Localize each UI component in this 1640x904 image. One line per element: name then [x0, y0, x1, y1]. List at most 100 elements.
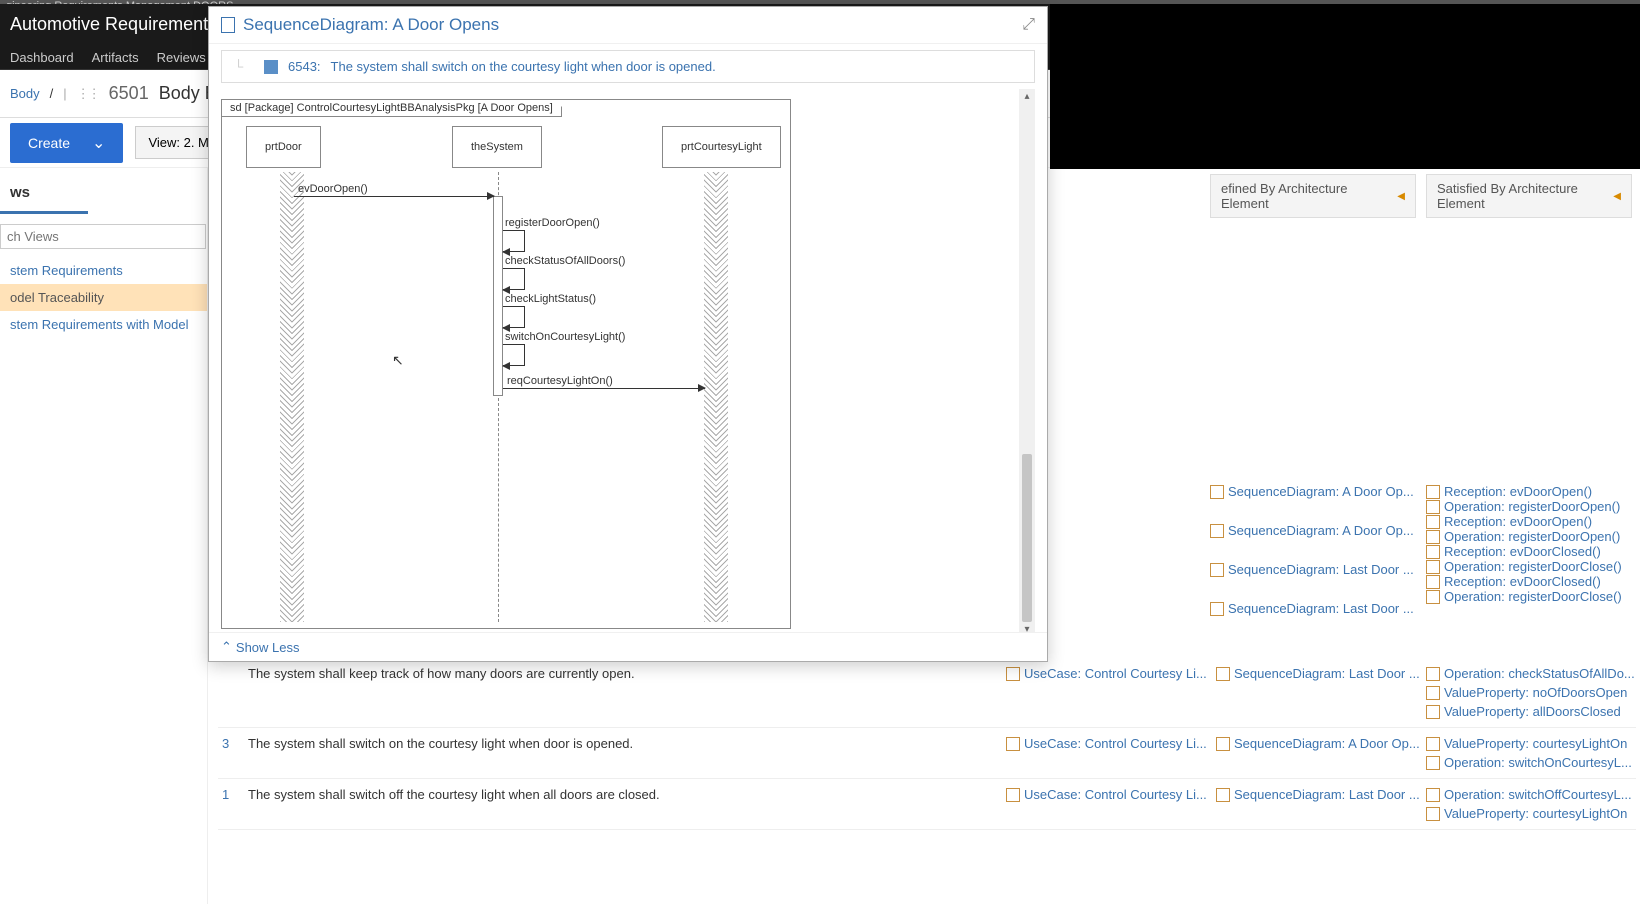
document-icon [1426, 515, 1440, 529]
view-stakeholder-requirements[interactable]: stem Requirements [0, 257, 207, 284]
requirement-text: The system shall switch on the courtesy … [331, 59, 716, 74]
sort-indicator-icon: ◀ [1613, 191, 1621, 202]
show-less-toggle[interactable]: Show Less [221, 639, 300, 655]
link-operation[interactable]: Operation: registerDoorOpen() [1426, 499, 1636, 514]
lifeline-dash-prtcourtesy-r [716, 172, 728, 622]
create-button[interactable]: Create [10, 123, 123, 163]
link-label: ValueProperty: noOfDoorsOpen [1444, 685, 1627, 700]
table-row[interactable]: 1 The system shall switch off the courte… [218, 779, 1636, 830]
column-header-refined[interactable]: efined By Architecture Element ◀ [1210, 174, 1416, 218]
link-label: Operation: checkStatusOfAllDo... [1444, 666, 1635, 681]
message-label: evDoorOpen() [298, 183, 368, 195]
link-label: SequenceDiagram: Last Door ... [1234, 787, 1420, 802]
row-id[interactable]: 3 [218, 736, 238, 751]
link-value-property[interactable]: ValueProperty: allDoorsClosed [1426, 704, 1636, 719]
link-label: ValueProperty: courtesyLightOn [1444, 806, 1627, 821]
lifeline-prtdoor[interactable]: prtDoor [246, 126, 321, 168]
lifeline-prtcourtesylight[interactable]: prtCourtesyLight [662, 126, 781, 168]
diagram-frame-label: sd [Package] ControlCourtesyLightBBAnaly… [221, 99, 562, 117]
project-title: Automotive Requirements [10, 14, 217, 35]
link-operation[interactable]: Operation: switchOffCourtesyL... [1426, 787, 1636, 802]
link-sequence-diagram[interactable]: SequenceDiagram: Last Door ... [1210, 601, 1416, 616]
link-label: Operation: switchOnCourtesyL... [1444, 755, 1632, 770]
drag-handle-icon[interactable]: ⋮⋮ [77, 86, 99, 102]
breadcrumb-root[interactable]: Body [10, 86, 40, 101]
requirement-icon [264, 60, 278, 74]
breadcrumb-divider: | [63, 86, 66, 101]
link-sequence-diagram[interactable]: SequenceDiagram: Last Door ... [1210, 562, 1416, 577]
document-icon [1426, 530, 1440, 544]
document-icon [1426, 545, 1440, 559]
link-sequence-diagram[interactable]: SequenceDiagram: A Door Op... [1210, 484, 1416, 499]
document-icon [1216, 737, 1230, 751]
column-header-satisfied[interactable]: Satisfied By Architecture Element ◀ [1426, 174, 1632, 218]
document-icon [1006, 667, 1020, 681]
nav-dashboard[interactable]: Dashboard [10, 50, 74, 63]
link-sequence-diagram[interactable]: SequenceDiagram: A Door Op... [1216, 736, 1426, 751]
link-operation[interactable]: Operation: switchOnCourtesyL... [1426, 755, 1636, 770]
table-row[interactable]: 3 The system shall switch on the courtes… [218, 728, 1636, 779]
document-icon [1426, 575, 1440, 589]
popup-title: SequenceDiagram: A Door Opens [243, 15, 1014, 35]
message-reqcourtesylighton[interactable]: reqCourtesyLightOn() [503, 388, 705, 389]
link-usecase[interactable]: UseCase: Control Courtesy Li... [1006, 666, 1216, 681]
message-checklightstatus[interactable]: checkLightStatus() [503, 306, 525, 328]
link-label: Operation: switchOffCourtesyL... [1444, 787, 1632, 802]
search-views-input[interactable] [0, 224, 206, 249]
column-header-satisfied-label: Satisfied By Architecture Element [1437, 181, 1607, 211]
link-label: SequenceDiagram: Last Door ... [1234, 666, 1420, 681]
lifeline-thesystem[interactable]: theSystem [452, 126, 542, 168]
link-reception[interactable]: Reception: evDoorOpen() [1426, 484, 1636, 499]
link-reception[interactable]: Reception: evDoorOpen() [1426, 514, 1636, 529]
link-operation[interactable]: Operation: registerDoorClose() [1426, 589, 1636, 604]
link-sequence-diagram[interactable]: SequenceDiagram: A Door Op... [1210, 523, 1416, 538]
artifact-id: 6501 [109, 83, 149, 104]
link-reception[interactable]: Reception: evDoorClosed() [1426, 544, 1636, 559]
tree-indent-icon: └ [234, 59, 254, 74]
link-label: Reception: evDoorClosed() [1444, 574, 1601, 589]
link-operation[interactable]: Operation: registerDoorOpen() [1426, 529, 1636, 544]
link-label: UseCase: Control Courtesy Li... [1024, 666, 1207, 681]
link-usecase[interactable]: UseCase: Control Courtesy Li... [1006, 787, 1216, 802]
view-system-requirements-model[interactable]: stem Requirements with Model [0, 311, 207, 338]
document-icon [1426, 807, 1440, 821]
views-tab-indicator [0, 211, 88, 214]
link-operation[interactable]: Operation: checkStatusOfAllDo... [1426, 666, 1636, 681]
link-label: Reception: evDoorOpen() [1444, 514, 1592, 529]
link-label: UseCase: Control Courtesy Li... [1024, 787, 1207, 802]
link-label: SequenceDiagram: Last Door ... [1228, 601, 1414, 616]
link-sequence-diagram[interactable]: SequenceDiagram: Last Door ... [1216, 787, 1426, 802]
nav-artifacts[interactable]: Artifacts [92, 50, 139, 63]
document-icon [1210, 563, 1224, 577]
message-label: registerDoorOpen() [505, 217, 600, 229]
document-icon [1426, 686, 1440, 700]
link-value-property[interactable]: ValueProperty: courtesyLightOn [1426, 736, 1636, 751]
link-sequence-diagram[interactable]: SequenceDiagram: Last Door ... [1216, 666, 1426, 681]
document-icon [1426, 737, 1440, 751]
message-switchoncourtesylight[interactable]: switchOnCourtesyLight() [503, 344, 525, 366]
link-value-property[interactable]: ValueProperty: noOfDoorsOpen [1426, 685, 1636, 700]
document-icon [1426, 590, 1440, 604]
message-registerdooropen[interactable]: registerDoorOpen() [503, 230, 525, 252]
row-id[interactable]: 1 [218, 787, 238, 802]
link-operation[interactable]: Operation: registerDoorClose() [1426, 559, 1636, 574]
scrollbar-thumb[interactable] [1022, 454, 1032, 622]
table-row[interactable]: The system shall keep track of how many … [218, 658, 1636, 728]
lifeline-dash-prtcourtesy [704, 172, 716, 622]
link-value-property[interactable]: ValueProperty: courtesyLightOn [1426, 806, 1636, 821]
scroll-up-arrow-icon[interactable]: ▴ [1022, 89, 1031, 104]
nav-reviews[interactable]: Reviews [157, 50, 206, 63]
expand-icon[interactable]: ⤢ [1022, 16, 1035, 34]
link-label: Operation: registerDoorOpen() [1444, 499, 1620, 514]
sequence-diagram-canvas[interactable]: sd [Package] ControlCourtesyLightBBAnaly… [221, 99, 791, 629]
diagram-viewport: sd [Package] ControlCourtesyLightBBAnaly… [209, 89, 1047, 632]
view-model-traceability[interactable]: odel Traceability [0, 284, 207, 311]
message-evdooropen[interactable]: evDoorOpen() [294, 196, 494, 197]
message-checkstatusofalldoors[interactable]: checkStatusOfAllDoors() [503, 268, 525, 290]
link-reception[interactable]: Reception: evDoorClosed() [1426, 574, 1636, 589]
requirements-table: The system shall keep track of how many … [218, 658, 1636, 830]
scroll-down-arrow-icon[interactable]: ▾ [1022, 622, 1031, 632]
link-usecase[interactable]: UseCase: Control Courtesy Li... [1006, 736, 1216, 751]
diagram-scrollbar[interactable]: ▴ ▾ [1019, 89, 1035, 632]
popup-requirement-link[interactable]: └ 6543: The system shall switch on the c… [221, 50, 1035, 83]
